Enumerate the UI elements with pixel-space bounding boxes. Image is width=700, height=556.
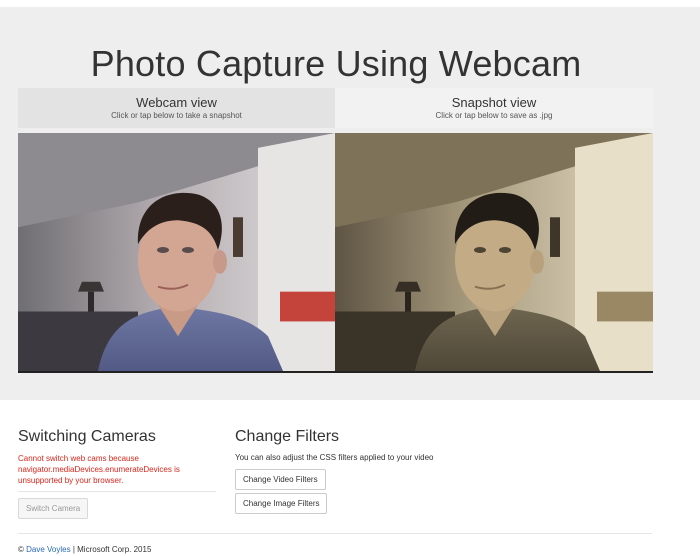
footer: © Dave Voyles | Microsoft Corp. 2015 — [18, 545, 151, 554]
switching-cameras-section: Switching Cameras Cannot switch web cams… — [18, 428, 216, 519]
footer-company: | Microsoft Corp. 2015 — [72, 545, 152, 554]
switch-camera-button[interactable]: Switch Camera — [18, 498, 89, 519]
section-divider — [18, 491, 216, 492]
change-filters-heading: Change Filters — [235, 428, 340, 445]
snapshot-canvas[interactable] — [335, 133, 653, 373]
copyright-symbol: © — [18, 545, 24, 554]
footer-divider — [18, 533, 652, 534]
snapshot-image — [335, 133, 653, 371]
webcam-video[interactable] — [18, 133, 335, 373]
page-title: Photo Capture Using Webcam — [90, 43, 582, 84]
snapshot-view-title: Snapshot view — [451, 95, 537, 110]
change-video-filters-button[interactable]: Change Video Filters — [235, 469, 326, 490]
snapshot-view-subtitle: Click or tap below to save as .jpg — [435, 111, 553, 120]
change-image-filters-button[interactable]: Change Image Filters — [235, 493, 328, 514]
change-filters-section: Change Filters You can also adjust the C… — [235, 428, 535, 514]
webcam-view-title: Webcam view — [136, 95, 217, 110]
webcam-view-subtitle: Click or tap below to take a snapshot — [111, 111, 242, 120]
switching-cameras-heading: Switching Cameras — [18, 428, 156, 445]
camera-error-message: Cannot switch web cams because navigator… — [18, 454, 180, 485]
filters-description: You can also adjust the CSS filters appl… — [235, 453, 434, 462]
webcam-video-frame — [18, 133, 335, 371]
top-strip — [0, 0, 700, 7]
author-link[interactable]: Dave Voyles — [26, 545, 70, 554]
webcam-panel-header: Webcam view Click or tap below to take a… — [18, 88, 335, 128]
snapshot-panel-header: Snapshot view Click or tap below to save… — [335, 88, 653, 128]
